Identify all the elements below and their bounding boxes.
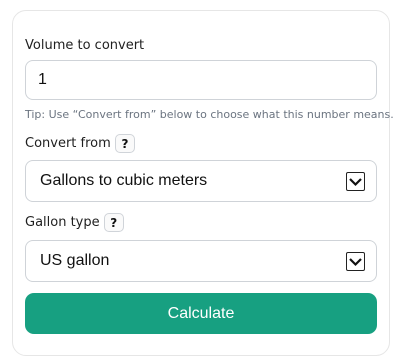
volume-tip: Tip: Use “Convert from” below to choose … [25, 108, 394, 121]
question-mark-icon: ? [110, 216, 118, 230]
volume-input-value: 1 [38, 71, 47, 88]
gallon-type-label-row: Gallon type ? [25, 213, 124, 233]
gallon-type-label: Gallon type [25, 215, 100, 230]
convert-from-label-row: Convert from ? [25, 134, 135, 154]
chevron-down-icon [346, 252, 365, 271]
gallon-type-help-button[interactable]: ? [103, 213, 124, 232]
question-mark-icon: ? [121, 137, 129, 151]
chevron-down-icon [346, 172, 365, 191]
gallon-type-selected: US gallon [40, 252, 110, 269]
convert-from-selected: Gallons to cubic meters [40, 172, 208, 189]
convert-from-label: Convert from [25, 136, 111, 151]
convert-from-select[interactable]: Gallons to cubic meters [25, 160, 377, 202]
volume-input[interactable]: 1 [25, 60, 377, 100]
convert-from-help-button[interactable]: ? [114, 134, 135, 153]
gallon-type-select[interactable]: US gallon [25, 240, 377, 282]
calculate-button[interactable]: Calculate [25, 293, 377, 334]
volume-label: Volume to convert [25, 38, 145, 53]
